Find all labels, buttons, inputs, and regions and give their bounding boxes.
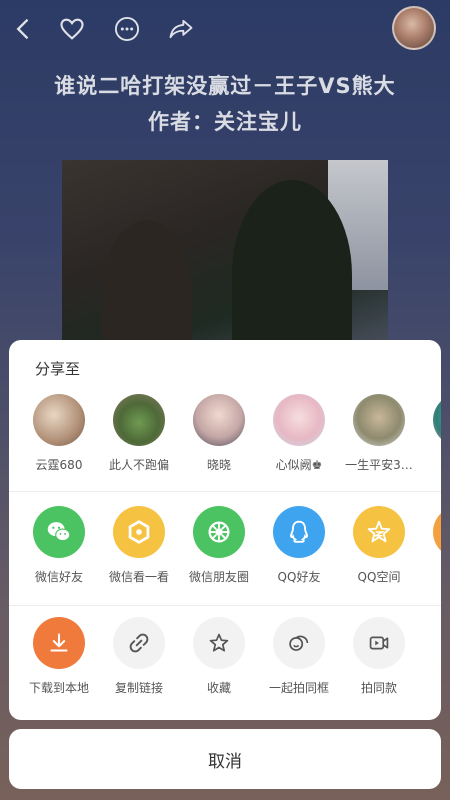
- friend-name: 心似阙♚: [275, 458, 323, 472]
- friend-avatar: [193, 394, 245, 446]
- action-label: 一起拍同框: [268, 681, 329, 695]
- author-avatar[interactable]: [392, 6, 436, 50]
- friends-row[interactable]: 云霆680 此人不跑偏 晓晓 心似阙♚ 一生平安3… 慕: [9, 388, 441, 498]
- friend-avatar: [113, 394, 165, 446]
- actions-row: 下载到本地 复制链接 收藏 一起拍同框 拍同款: [9, 615, 441, 720]
- action-label: 拍同款: [360, 681, 397, 695]
- cover-tree: [102, 220, 192, 350]
- link-icon: [113, 617, 165, 669]
- friend-name: 此人不跑偏: [108, 458, 169, 472]
- action-label: 收藏: [206, 681, 231, 695]
- platform-label: QQ好友: [277, 570, 321, 584]
- share-icon[interactable]: [165, 13, 197, 45]
- download-button[interactable]: 下载到本地: [19, 617, 99, 696]
- share-qq-friend[interactable]: QQ好友: [259, 506, 339, 585]
- video-cover[interactable]: [62, 160, 388, 350]
- duet-icon: [273, 617, 325, 669]
- action-label: 下载到本地: [28, 681, 89, 695]
- friend-name: 云霆680: [35, 458, 83, 472]
- friend-avatar: [273, 394, 325, 446]
- friend-item[interactable]: 心似阙♚: [259, 394, 339, 473]
- share-more-platform[interactable]: 新: [419, 506, 441, 585]
- platform-label: QQ空间: [357, 570, 401, 584]
- platform-label: 微信好友: [34, 570, 83, 584]
- qzone-icon: [353, 506, 405, 558]
- friend-avatar: [33, 394, 85, 446]
- friend-item[interactable]: 晓晓: [179, 394, 259, 473]
- favorite-button[interactable]: 收藏: [179, 617, 259, 696]
- share-qzone[interactable]: QQ空间: [339, 506, 419, 585]
- platforms-row[interactable]: 微信好友 微信看一看 微信朋友圈 QQ好友 QQ空间: [9, 500, 441, 610]
- heart-icon[interactable]: [56, 13, 88, 45]
- song-title: 谁说二哈打架没赢过－王子VS熊大: [54, 74, 396, 98]
- friend-item[interactable]: 慕: [419, 394, 441, 473]
- friend-avatar: [353, 394, 405, 446]
- cancel-button[interactable]: 取消: [9, 729, 441, 789]
- share-sheet: 分享至 云霆680 此人不跑偏 晓晓 心似阙♚ 一生平安3… 慕: [9, 340, 441, 720]
- share-wechat-look[interactable]: 微信看一看: [99, 506, 179, 585]
- qq-icon: [273, 506, 325, 558]
- duet-button[interactable]: 一起拍同框: [259, 617, 339, 696]
- moments-icon: [193, 506, 245, 558]
- action-label: 复制链接: [114, 681, 163, 695]
- friend-item[interactable]: 一生平安3…: [339, 394, 419, 473]
- make-same-button[interactable]: 拍同款: [339, 617, 419, 696]
- download-icon: [33, 617, 85, 669]
- star-icon: [193, 617, 245, 669]
- friend-avatar: [433, 394, 441, 446]
- wechat-icon: [33, 506, 85, 558]
- song-author: 作者：关注宝儿: [148, 110, 302, 134]
- share-sheet-title: 分享至: [35, 360, 81, 378]
- back-icon[interactable]: [8, 13, 40, 45]
- share-wechat-friend[interactable]: 微信好友: [19, 506, 99, 585]
- friend-item[interactable]: 此人不跑偏: [99, 394, 179, 473]
- divider: [9, 605, 441, 606]
- friend-name: 晓晓: [206, 458, 231, 472]
- top-bar: [0, 0, 450, 58]
- share-moments[interactable]: 微信朋友圈: [179, 506, 259, 585]
- friend-item[interactable]: 云霆680: [19, 394, 99, 473]
- platform-label: 微信看一看: [108, 570, 169, 584]
- partial-icon: [433, 506, 441, 558]
- platform-label: 微信朋友圈: [188, 570, 249, 584]
- video-camera-icon: [353, 617, 405, 669]
- divider: [9, 491, 441, 492]
- friend-name: 一生平安3…: [345, 458, 413, 472]
- wechat-look-icon: [113, 506, 165, 558]
- copy-link-button[interactable]: 复制链接: [99, 617, 179, 696]
- more-icon[interactable]: [111, 13, 143, 45]
